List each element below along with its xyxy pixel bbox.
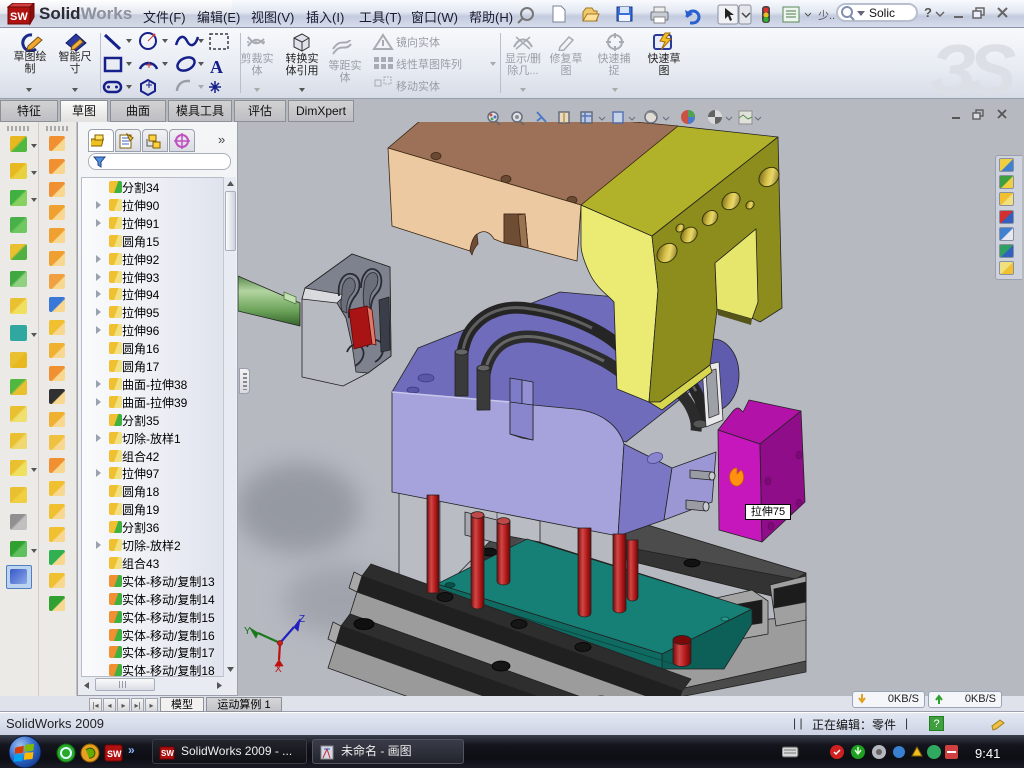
svg-text:X: X (275, 664, 282, 675)
svg-text:Z: Z (299, 614, 305, 625)
svg-text:A: A (210, 57, 223, 77)
svg-text:SW: SW (107, 749, 122, 759)
svg-text:SW: SW (10, 11, 28, 23)
svg-text:少..: 少.. (818, 9, 835, 22)
svg-text:Y: Y (244, 626, 251, 637)
svg-text:»: » (128, 743, 135, 757)
svg-text:SW: SW (161, 749, 174, 758)
